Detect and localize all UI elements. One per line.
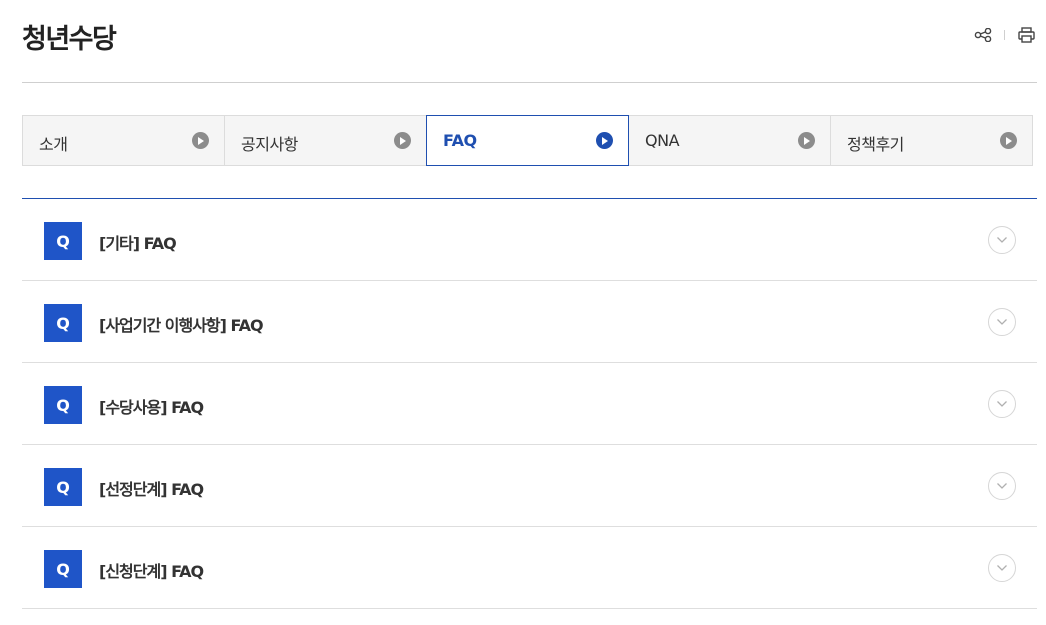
faq-list: Q [기타] FAQ Q [사업기간 이행사항] FAQ Q [수당사용] FA… (22, 198, 1037, 609)
play-circle-icon (394, 132, 411, 149)
tab-label: FAQ (443, 131, 477, 150)
expand-button[interactable] (988, 308, 1016, 336)
play-circle-icon (192, 132, 209, 149)
tab-qna[interactable]: QNA (628, 115, 831, 166)
tab-notice[interactable]: 공지사항 (224, 115, 427, 166)
print-button[interactable] (1015, 24, 1037, 46)
question-badge: Q (44, 304, 82, 342)
chevron-down-icon (997, 401, 1007, 407)
chevron-down-icon (997, 483, 1007, 489)
header-tools (972, 24, 1037, 46)
tab-faq[interactable]: FAQ (426, 115, 629, 166)
tool-divider (1004, 30, 1005, 40)
play-circle-icon (798, 132, 815, 149)
play-circle-icon (1000, 132, 1017, 149)
expand-button[interactable] (988, 226, 1016, 254)
faq-item[interactable]: Q [신청단계] FAQ (22, 527, 1037, 609)
question-badge: Q (44, 222, 82, 260)
page-title: 청년수당 (22, 24, 117, 55)
expand-button[interactable] (988, 472, 1016, 500)
faq-item[interactable]: Q [기타] FAQ (22, 199, 1037, 281)
tab-label: 공지사항 (241, 135, 298, 154)
faq-title: [사업기간 이행사항] FAQ (99, 316, 264, 335)
faq-item[interactable]: Q [수당사용] FAQ (22, 363, 1037, 445)
question-badge: Q (44, 468, 82, 506)
chevron-down-icon (997, 565, 1007, 571)
question-badge: Q (44, 386, 82, 424)
faq-item[interactable]: Q [사업기간 이행사항] FAQ (22, 281, 1037, 363)
share-icon (974, 28, 992, 42)
print-icon (1017, 27, 1035, 43)
faq-title: [선정단계] FAQ (99, 480, 204, 499)
chevron-down-icon (997, 237, 1007, 243)
faq-title: [기타] FAQ (99, 234, 177, 253)
tab-label: QNA (645, 131, 680, 150)
share-button[interactable] (972, 24, 994, 46)
tab-intro[interactable]: 소개 (22, 115, 225, 166)
chevron-down-icon (997, 319, 1007, 325)
tab-bar: 소개 공지사항 FAQ QNA 정책후기 (22, 115, 1038, 166)
page-header: 청년수당 (22, 0, 1037, 83)
expand-button[interactable] (988, 390, 1016, 418)
play-circle-icon (596, 132, 613, 149)
expand-button[interactable] (988, 554, 1016, 582)
tab-label: 소개 (39, 135, 68, 154)
faq-title: [신청단계] FAQ (99, 562, 204, 581)
question-badge: Q (44, 550, 82, 588)
tab-reviews[interactable]: 정책후기 (830, 115, 1033, 166)
tab-label: 정책후기 (847, 135, 904, 154)
faq-title: [수당사용] FAQ (99, 398, 204, 417)
faq-item[interactable]: Q [선정단계] FAQ (22, 445, 1037, 527)
